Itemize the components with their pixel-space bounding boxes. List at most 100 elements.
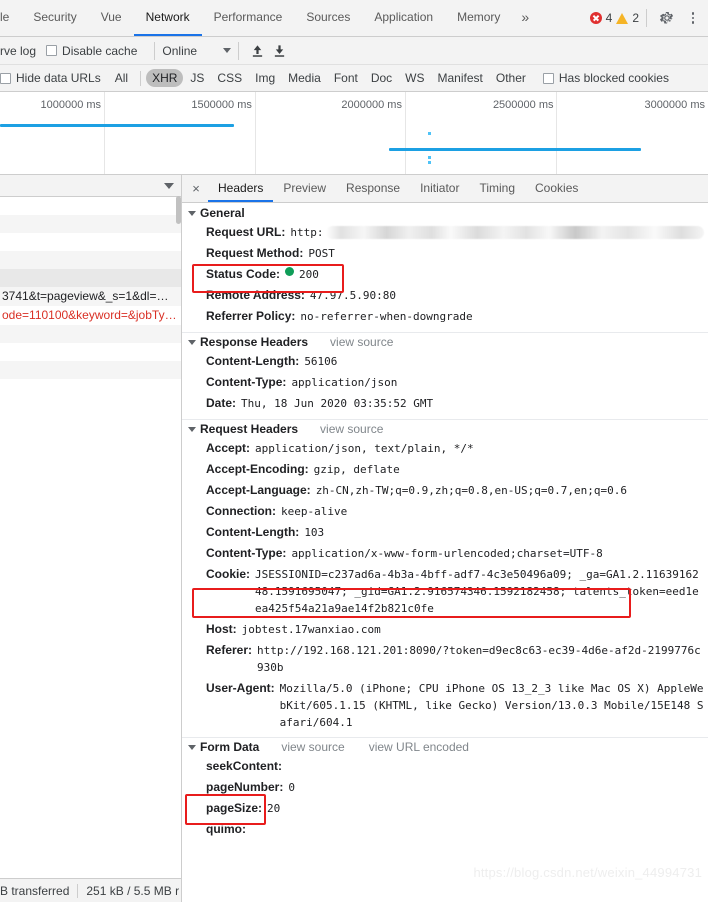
form-key: seekContent: (206, 759, 283, 773)
hide-data-urls-checkbox[interactable]: Hide data URLs (0, 71, 101, 85)
network-overview-timeline[interactable]: 1000000 ms 1500000 ms 2000000 ms 2500000… (0, 92, 708, 175)
timeline-tick-label: 1500000 ms (191, 99, 252, 111)
tab-label: Vue (100, 10, 122, 24)
timeline-tick: 1500000 ms (191, 92, 256, 174)
table-row[interactable] (0, 215, 181, 233)
divider (154, 41, 156, 60)
view-source-link[interactable]: view source (320, 422, 383, 436)
settings-button[interactable] (654, 5, 680, 31)
form-row-pagesize: pageSize: 20 (182, 798, 708, 819)
header-key: Accept-Encoding: (206, 462, 309, 476)
import-har-button[interactable] (246, 41, 268, 61)
tab-memory[interactable]: Memory (445, 0, 512, 36)
header-row-host: Host: jobtest.17wanxiao.com (182, 619, 708, 640)
request-details-panel: × Headers Preview Response Initiator Tim… (182, 175, 708, 902)
preserve-log-label[interactable]: rve log (0, 44, 36, 58)
header-row-user-agent: User-Agent: Mozilla/5.0 (iPhone; CPU iPh… (182, 678, 708, 733)
header-value: jobtest.17wanxiao.com (241, 623, 381, 636)
gear-icon (660, 12, 674, 24)
scrollbar-thumb[interactable] (176, 196, 181, 224)
section-title-label: Response Headers (200, 335, 309, 349)
header-row-content-length: Content-Length: 56106 (182, 351, 708, 372)
table-row[interactable] (0, 233, 181, 251)
section-general-header[interactable]: General (182, 204, 708, 222)
filter-type-font[interactable]: Font (328, 69, 364, 87)
tab-label: Response (346, 180, 401, 195)
tab-application[interactable]: Application (362, 0, 445, 36)
filter-type-img[interactable]: Img (249, 69, 281, 87)
more-tabs-button[interactable]: » (512, 0, 538, 36)
has-blocked-cookies-checkbox[interactable]: Has blocked cookies (542, 71, 669, 85)
export-har-button[interactable] (268, 41, 290, 61)
checkbox-icon (542, 72, 554, 84)
tab-network[interactable]: Network (133, 0, 202, 36)
error-count-badge[interactable]: 4 (589, 11, 612, 25)
tab-response[interactable]: Response (336, 175, 410, 202)
tab-headers[interactable]: Headers (208, 175, 274, 202)
tab-performance[interactable]: Performance (202, 0, 295, 36)
header-value: 47.97.5.90:80 (309, 289, 397, 302)
section-form-data-header[interactable]: Form Data view source view URL encoded (182, 737, 708, 756)
table-row[interactable] (0, 197, 181, 215)
filter-type-manifest[interactable]: Manifest (432, 69, 489, 87)
checkbox-icon (46, 45, 58, 56)
view-source-link[interactable]: view source (281, 740, 344, 754)
table-row[interactable]: ode=110100&keyword=&jobTy… (0, 306, 181, 325)
filter-type-all[interactable]: All (109, 69, 134, 87)
table-row[interactable] (0, 343, 181, 361)
filter-type-ws[interactable]: WS (399, 69, 430, 87)
chevron-down-icon[interactable] (164, 182, 174, 189)
warning-count-value: 2 (632, 11, 639, 25)
section-title-label: General (200, 206, 245, 220)
warning-icon (616, 12, 629, 24)
filter-type-doc[interactable]: Doc (365, 69, 398, 87)
tab-label: Security (33, 10, 77, 24)
tab-label: Cookies (535, 180, 579, 195)
timeline-tick: 1000000 ms (41, 92, 106, 174)
filter-type-other[interactable]: Other (490, 69, 532, 87)
disable-cache-checkbox[interactable]: Disable cache (46, 44, 137, 58)
tab-preview[interactable]: Preview (273, 175, 336, 202)
header-row-accept-language: Accept-Language: zh-CN,zh-TW;q=0.9,zh;q=… (182, 480, 708, 501)
timeline-event-marker (428, 132, 432, 135)
tab-console[interactable]: le (0, 0, 21, 36)
warning-count-badge[interactable]: 2 (616, 11, 639, 25)
tab-vue[interactable]: Vue (89, 0, 134, 36)
details-tabbar: × Headers Preview Response Initiator Tim… (182, 175, 708, 203)
view-url-encoded-link[interactable]: view URL encoded (369, 740, 469, 754)
watermark-text: https://blog.csdn.net/weixin_44994731 (473, 865, 702, 880)
table-row[interactable]: 3741&t=pageview&_s=1&dl=… (0, 287, 181, 306)
view-source-link[interactable]: view source (330, 335, 393, 349)
filter-type-media[interactable]: Media (282, 69, 327, 87)
tab-label: Application (374, 10, 434, 24)
table-row[interactable] (0, 361, 181, 379)
filter-type-js[interactable]: JS (184, 69, 210, 87)
filter-type-css[interactable]: CSS (211, 69, 248, 87)
tab-security[interactable]: Security (21, 0, 88, 36)
throttling-select[interactable]: Online (162, 44, 232, 58)
header-key: Connection: (206, 504, 276, 518)
table-row[interactable] (0, 325, 181, 343)
tab-timing[interactable]: Timing (469, 175, 525, 202)
tab-cookies[interactable]: Cookies (525, 175, 588, 202)
timeline-tick-label: 2500000 ms (492, 99, 554, 111)
tab-sources[interactable]: Sources (294, 0, 362, 36)
tab-initiator[interactable]: Initiator (410, 175, 469, 202)
section-response-headers-header[interactable]: Response Headers view source (182, 332, 708, 351)
header-key: Date: (206, 396, 237, 410)
section-request-headers-header[interactable]: Request Headers view source (182, 419, 708, 438)
header-value: http://192.168.121.201:8090/?token=d9ec8… (257, 644, 701, 674)
header-row-req-content-length: Content-Length: 103 (182, 522, 708, 543)
header-value: application/json (291, 376, 398, 389)
kebab-menu-icon (691, 10, 695, 26)
redacted-url-blur (326, 226, 704, 239)
close-details-button[interactable]: × (184, 175, 208, 202)
table-row[interactable] (0, 251, 181, 269)
filter-type-xhr[interactable]: XHR (146, 69, 184, 87)
more-options-button[interactable] (680, 5, 706, 31)
header-value: Thu, 18 Jun 2020 03:35:52 GMT (241, 397, 434, 410)
devtools-tabbar: le Security Vue Network Performance Sour… (0, 0, 708, 37)
devtools-tabbar-actions: 4 2 (586, 0, 708, 36)
table-row[interactable] (0, 269, 181, 287)
header-key: Content-Type: (206, 375, 287, 389)
